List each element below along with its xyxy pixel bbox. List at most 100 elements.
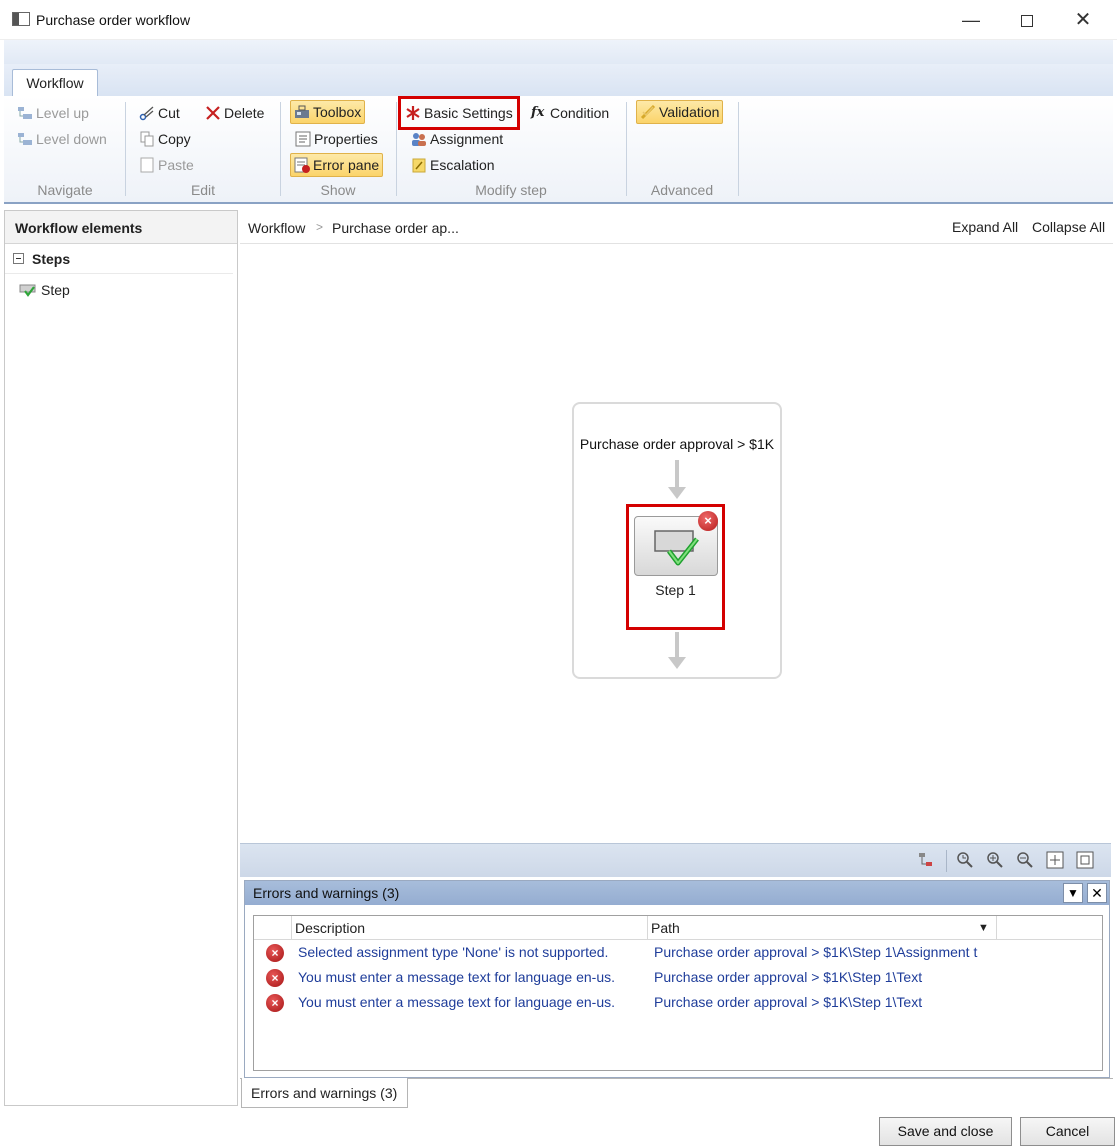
close-button[interactable]: ✕: [1060, 6, 1106, 34]
breadcrumb-workflow[interactable]: Workflow: [248, 220, 305, 236]
copy-icon: [139, 131, 155, 147]
step-1-label: Step 1: [655, 582, 696, 598]
escalation-icon: [411, 157, 427, 173]
users-icon: [411, 131, 427, 147]
tab-workflow[interactable]: Workflow: [12, 69, 98, 98]
error-description: Selected assignment type 'None' is not s…: [298, 944, 609, 960]
actual-size-icon[interactable]: [1074, 850, 1096, 872]
title-bar: Purchase order workflow — ✕: [0, 0, 1117, 40]
collapse-all-link[interactable]: Collapse All: [1032, 219, 1105, 235]
copy-label: Copy: [158, 131, 191, 147]
toolbar-divider: [946, 850, 947, 872]
show-group-label: Show: [320, 182, 356, 198]
pane-close-icon[interactable]: ✕: [1087, 883, 1107, 903]
steps-group[interactable]: Steps: [5, 244, 233, 274]
breadcrumb-separator-icon: >: [316, 220, 324, 234]
cut-label: Cut: [158, 105, 180, 121]
ribbon-group-edit: Cut Delete Copy Paste Edit: [126, 96, 280, 202]
level-down-label: Level down: [36, 131, 107, 147]
error-row[interactable]: × You must enter a message text for lang…: [254, 990, 1102, 1015]
delete-button[interactable]: Delete: [202, 101, 267, 125]
zoom-in-icon[interactable]: [984, 850, 1006, 872]
cancel-button[interactable]: Cancel: [1020, 1117, 1115, 1146]
level-down-icon: [17, 131, 33, 147]
workflow-title: Purchase order approval > $1K: [579, 436, 775, 452]
error-pane-icon: [294, 157, 310, 173]
paste-label: Paste: [158, 157, 194, 173]
workflow-elements-panel: Workflow elements Steps Step: [4, 210, 238, 1106]
paste-button[interactable]: Paste: [136, 153, 197, 177]
condition-label: Condition: [550, 105, 610, 121]
error-row[interactable]: × You must enter a message text for lang…: [254, 965, 1102, 990]
arrow-down-icon: [668, 657, 686, 669]
basic-settings-button[interactable]: Basic Settings: [398, 96, 520, 130]
column-divider: [996, 916, 997, 940]
ribbon-group-modify-step: Basic Settings fx Condition Assignment E…: [396, 96, 626, 202]
workflow-elements-header: Workflow elements: [5, 211, 237, 244]
errors-pane: Errors and warnings (3) ▼ ✕ Description …: [244, 880, 1110, 1078]
error-icon: ×: [266, 969, 284, 987]
toolbox-label: Toolbox: [313, 104, 362, 120]
level-up-button[interactable]: Level up: [14, 101, 92, 125]
condition-button[interactable]: fx Condition: [528, 101, 612, 125]
modify-step-group-label: Modify step: [475, 182, 547, 198]
zoom-out-icon[interactable]: [1014, 850, 1036, 872]
ribbon-group-show: Toolbox Properties Error pane Show: [280, 96, 396, 202]
column-divider: [647, 916, 648, 940]
validation-icon: [640, 104, 656, 120]
column-description[interactable]: Description: [295, 920, 365, 936]
arrow-out: [675, 632, 679, 658]
collapse-toggle-icon[interactable]: [13, 253, 24, 264]
error-icon: ×: [266, 994, 284, 1012]
ribbon-group-advanced: Validation Advanced: [626, 96, 738, 202]
escalation-button[interactable]: Escalation: [408, 153, 498, 177]
copy-button[interactable]: Copy: [136, 127, 194, 151]
maximize-button[interactable]: [1004, 6, 1050, 34]
toolbox-item-step[interactable]: Step: [5, 274, 237, 306]
canvas-toolbar: [240, 843, 1111, 877]
paste-icon: [139, 157, 155, 173]
error-path: Purchase order approval > $1K\Step 1\Tex…: [654, 994, 923, 1010]
assignment-button[interactable]: Assignment: [408, 127, 506, 151]
arrow-down-icon: [668, 487, 686, 499]
step-item-label: Step: [41, 282, 70, 298]
error-row[interactable]: × Selected assignment type 'None' is not…: [254, 940, 1102, 965]
minimize-button[interactable]: —: [948, 6, 994, 34]
error-description: You must enter a message text for langua…: [298, 969, 616, 985]
navigate-group-label: Navigate: [37, 182, 93, 198]
app-icon: [12, 12, 30, 26]
basic-settings-label: Basic Settings: [424, 105, 513, 121]
zoom-reset-icon[interactable]: [954, 850, 976, 872]
column-path[interactable]: Path: [651, 920, 680, 936]
ribbon-separator: [738, 102, 739, 196]
level-down-button[interactable]: Level down: [14, 127, 110, 151]
step-icon: [19, 282, 36, 298]
validation-button[interactable]: Validation: [636, 100, 724, 124]
pane-dropdown-icon[interactable]: ▼: [1063, 883, 1083, 903]
window-title: Purchase order workflow: [36, 12, 191, 28]
error-pane-button[interactable]: Error pane: [290, 153, 384, 177]
properties-icon: [295, 131, 311, 147]
cut-button[interactable]: Cut: [136, 101, 183, 125]
breadcrumb-current[interactable]: Purchase order ap...: [332, 220, 459, 236]
error-description: You must enter a message text for langua…: [298, 994, 616, 1010]
ribbon-quick-bar: [4, 40, 1113, 64]
tab-errors-and-warnings[interactable]: Errors and warnings (3): [241, 1078, 408, 1108]
column-filter-icon[interactable]: ▼: [978, 922, 989, 934]
expand-all-link[interactable]: Expand All: [952, 219, 1018, 235]
arrow-in: [675, 460, 679, 488]
escalation-label: Escalation: [430, 157, 495, 173]
level-up-label: Level up: [36, 105, 89, 121]
edit-group-label: Edit: [190, 182, 216, 198]
steps-group-label: Steps: [32, 250, 71, 267]
properties-button[interactable]: Properties: [292, 127, 381, 151]
breadcrumb: Workflow > Purchase order ap... Expand A…: [240, 210, 1113, 244]
column-divider: [291, 916, 292, 940]
ribbon: Level up Level down Navigate Cut Delete: [4, 96, 1113, 204]
delete-x-icon: [205, 105, 221, 121]
error-pane-label: Error pane: [313, 157, 380, 173]
layout-icon[interactable]: [916, 850, 938, 872]
fit-to-screen-icon[interactable]: [1044, 850, 1066, 872]
save-and-close-button[interactable]: Save and close: [879, 1117, 1012, 1146]
toolbox-button[interactable]: Toolbox: [290, 100, 366, 124]
